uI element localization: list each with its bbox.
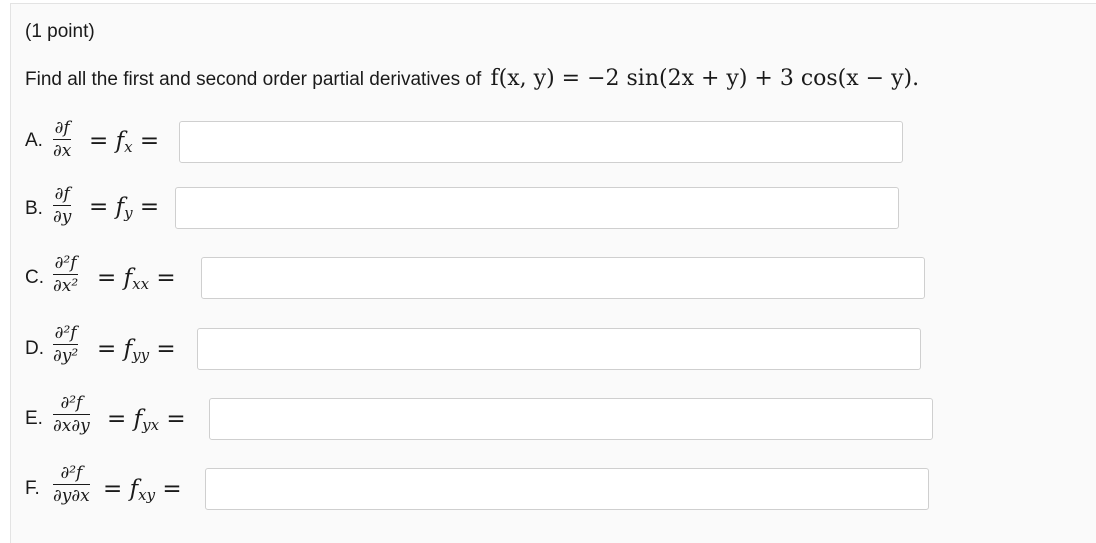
question-letter: D.: [25, 338, 44, 359]
fraction-denominator: ∂x: [53, 141, 72, 161]
answer-input-b[interactable]: [175, 187, 899, 229]
equals-sign: =: [139, 128, 160, 154]
notation-subscript: y: [124, 204, 133, 222]
notation-function: = f: [89, 128, 125, 154]
notation-function: = f: [97, 336, 133, 362]
derivative-notation: = fxx =: [97, 265, 176, 293]
partial-fraction: ∂²f ∂x²: [53, 253, 79, 296]
answer-input-e[interactable]: [209, 398, 933, 440]
fraction-bar: [53, 344, 79, 345]
answer-input-c[interactable]: [201, 257, 925, 299]
fraction-numerator: ∂²f: [54, 323, 77, 343]
partial-fraction: ∂f ∂x: [53, 118, 72, 161]
points-label: (1 point): [25, 21, 95, 42]
notation-function: = f: [97, 265, 133, 291]
notation-subscript: yy: [132, 346, 150, 364]
fraction-bar: [53, 484, 90, 485]
question-letter: A.: [25, 130, 43, 151]
answer-input-a[interactable]: [179, 121, 903, 163]
derivative-notation: = fyy =: [97, 336, 176, 364]
fraction-bar: [53, 414, 90, 415]
fraction-denominator: ∂y²: [53, 346, 79, 366]
question-letter: F.: [25, 478, 40, 499]
equals-sign: =: [139, 194, 160, 220]
question-letter: B.: [25, 198, 43, 219]
derivative-notation: = fy =: [89, 194, 159, 222]
fraction-bar: [53, 274, 79, 275]
fraction-denominator: ∂x∂y: [53, 416, 90, 436]
equals-sign: =: [166, 406, 186, 432]
notation-subscript: yx: [142, 416, 160, 434]
equals-sign: =: [156, 336, 176, 362]
fraction-numerator: ∂²f: [60, 393, 83, 413]
fraction-numerator: ∂f: [54, 118, 70, 138]
function-equation: f(x, y) = −2 sin(2x + y) + 3 cos(x − y).: [490, 66, 920, 91]
notation-subscript: xy: [138, 486, 156, 504]
question-letter: C.: [25, 267, 44, 288]
fraction-numerator: ∂²f: [54, 253, 77, 273]
fraction-denominator: ∂y: [53, 207, 72, 227]
partial-fraction: ∂f ∂y: [53, 184, 72, 227]
notation-subscript: x: [124, 138, 133, 156]
derivative-notation: = fx =: [89, 128, 159, 156]
fraction-numerator: ∂²f: [60, 463, 83, 483]
equals-sign: =: [156, 265, 176, 291]
notation-function: = f: [103, 476, 139, 502]
notation-function: = f: [107, 406, 143, 432]
partial-fraction: ∂²f ∂x∂y: [53, 393, 90, 436]
instruction-text: Find all the first and second order part…: [25, 66, 919, 91]
fraction-bar: [53, 139, 72, 140]
fraction-numerator: ∂f: [54, 184, 70, 204]
notation-subscript: xx: [132, 275, 150, 293]
answer-input-d[interactable]: [197, 328, 921, 370]
partial-fraction: ∂²f ∂y²: [53, 323, 79, 366]
fraction-denominator: ∂x²: [53, 276, 79, 296]
answer-input-f[interactable]: [205, 468, 929, 510]
fraction-bar: [53, 205, 72, 206]
derivative-notation: = fyx =: [107, 406, 186, 434]
instruction-sentence: Find all the first and second order part…: [25, 69, 482, 90]
equals-sign: =: [162, 476, 182, 502]
notation-function: = f: [89, 194, 125, 220]
fraction-denominator: ∂y∂x: [53, 486, 90, 506]
partial-fraction: ∂²f ∂y∂x: [53, 463, 90, 506]
question-letter: E.: [25, 408, 43, 429]
derivative-notation: = fxy =: [103, 476, 182, 504]
